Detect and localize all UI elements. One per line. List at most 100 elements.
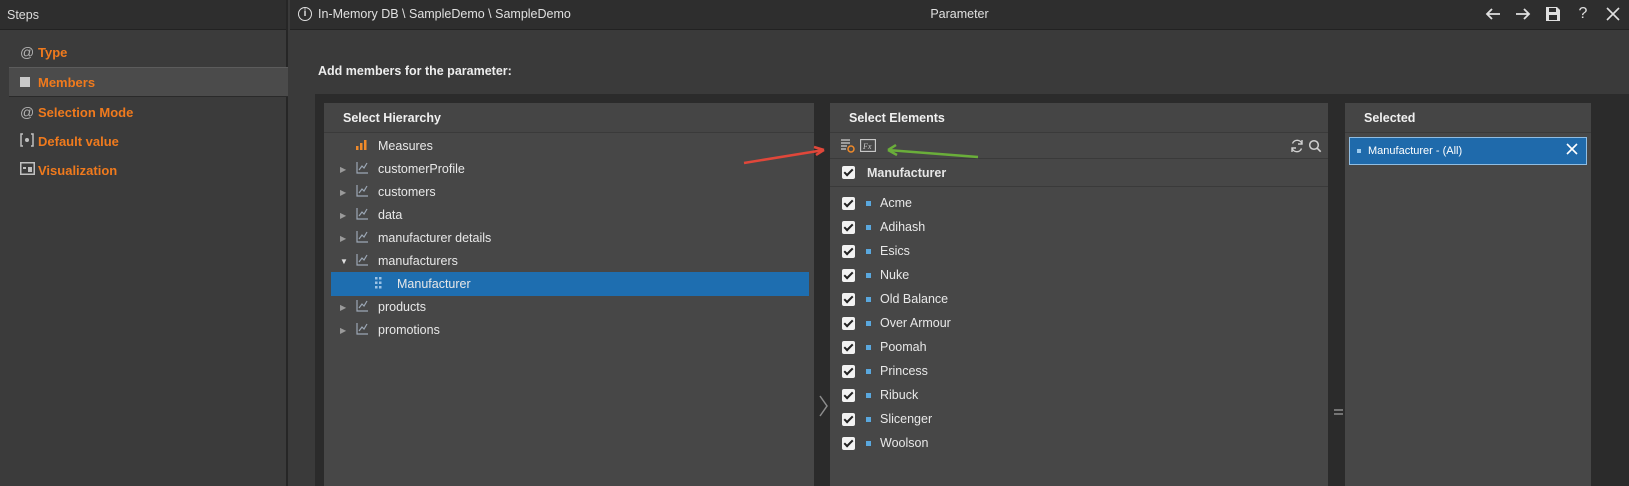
element-checkbox[interactable] <box>842 364 855 378</box>
steps-header: Steps <box>0 0 286 30</box>
step-label: Visualization <box>38 162 118 178</box>
splitter-handle[interactable] <box>1334 400 1343 423</box>
element-row[interactable]: Nuke <box>842 263 909 287</box>
panel-title: Select Hierarchy <box>324 103 814 133</box>
element-label: Slicenger <box>880 412 933 426</box>
element-row[interactable]: Woolson <box>842 431 928 455</box>
member-dot-icon <box>866 440 871 446</box>
dimension-icon <box>356 207 370 223</box>
step-label: Selection Mode <box>38 104 134 120</box>
save-icon[interactable] <box>1543 4 1563 24</box>
info-icon[interactable]: i <box>298 7 312 21</box>
element-row[interactable]: Poomah <box>842 335 927 359</box>
member-dot-icon <box>866 272 871 278</box>
at-icon: @ <box>20 104 35 120</box>
window-icon <box>20 162 38 178</box>
member-dot-icon <box>866 296 871 302</box>
element-checkbox[interactable] <box>842 388 855 402</box>
member-dot-icon <box>866 416 871 422</box>
step-label: Members <box>38 74 96 90</box>
step-selection-mode[interactable]: @ Selection Mode <box>9 97 288 127</box>
step-label: Type <box>38 44 68 60</box>
element-checkbox[interactable] <box>842 220 855 234</box>
square-icon <box>20 77 30 87</box>
element-row[interactable]: Slicenger <box>842 407 932 431</box>
step-type[interactable]: @ Type <box>9 37 288 67</box>
member-dot-icon <box>866 392 871 398</box>
element-checkbox[interactable] <box>842 340 855 354</box>
dimension-icon <box>356 299 370 315</box>
expand-icon[interactable]: ▶ <box>340 188 350 197</box>
tree-item-promotions[interactable]: ▶ promotions <box>324 318 814 342</box>
element-row[interactable]: Old Balance <box>842 287 948 311</box>
splitter-handle[interactable] <box>819 395 828 423</box>
selected-item[interactable]: Manufacturer - (All) <box>1349 137 1587 165</box>
collapse-icon[interactable]: ▼ <box>340 257 350 266</box>
breadcrumb: In-Memory DB \ SampleDemo \ SampleDemo <box>318 7 571 21</box>
element-checkbox[interactable] <box>842 292 855 306</box>
element-checkbox[interactable] <box>842 196 855 210</box>
selected-item-label: Manufacturer - (All) <box>1368 145 1463 157</box>
at-icon: @ <box>20 44 35 60</box>
element-label: Ribuck <box>880 388 919 402</box>
panel-title: Select Elements <box>830 103 1328 133</box>
select-all-checkbox[interactable] <box>842 166 855 179</box>
member-dot-icon <box>866 200 871 206</box>
dimension-icon <box>356 230 370 246</box>
tree-item-manufacturers[interactable]: ▼ manufacturers <box>324 249 814 273</box>
remove-icon[interactable] <box>1566 142 1578 160</box>
member-dot-icon <box>866 344 871 350</box>
element-checkbox[interactable] <box>842 316 855 330</box>
expand-icon[interactable]: ▶ <box>340 165 350 174</box>
member-dot-icon <box>866 248 871 254</box>
tree-label: data <box>378 208 403 222</box>
element-checkbox[interactable] <box>842 412 855 426</box>
element-row[interactable]: Esics <box>842 239 910 263</box>
tree-item-customers[interactable]: ▶ customers <box>324 180 814 204</box>
element-checkbox[interactable] <box>842 244 855 258</box>
tree-label: Measures <box>378 139 433 153</box>
element-checkbox[interactable] <box>842 268 855 282</box>
refresh-icon[interactable] <box>1290 139 1306 153</box>
step-visualization[interactable]: Visualization <box>9 155 288 185</box>
close-icon[interactable] <box>1603 4 1623 24</box>
top-toolbar: ? <box>1483 4 1623 24</box>
prompt-text: Add members for the parameter: <box>318 64 512 78</box>
steps-panel: Steps @ Type Members @ Selection Mode De… <box>0 0 288 486</box>
element-row[interactable]: Adihash <box>842 215 925 239</box>
expand-icon[interactable]: ▶ <box>340 326 350 335</box>
tree-label: Manufacturer <box>397 277 471 291</box>
arrow-right-icon[interactable] <box>1513 4 1533 24</box>
element-row[interactable]: Over Armour <box>842 311 951 335</box>
tree-label: manufacturers <box>378 254 458 268</box>
bracket-dot-icon <box>20 132 38 150</box>
expand-icon[interactable]: ▶ <box>340 234 350 243</box>
element-label: Woolson <box>880 436 929 450</box>
tree-label: promotions <box>378 323 440 337</box>
element-checkbox[interactable] <box>842 436 855 450</box>
member-dot-icon <box>866 368 871 374</box>
search-icon[interactable] <box>1308 139 1324 153</box>
expand-icon[interactable]: ▶ <box>340 303 350 312</box>
tree-label: customerProfile <box>378 162 465 176</box>
element-label: Over Armour <box>880 316 951 330</box>
top-bar: i In-Memory DB \ SampleDemo \ SampleDemo… <box>290 0 1629 30</box>
element-label: Acme <box>880 196 912 210</box>
tree-label: products <box>378 300 426 314</box>
element-row[interactable]: Acme <box>842 191 912 215</box>
element-label: Nuke <box>880 268 910 282</box>
element-row[interactable]: Princess <box>842 359 928 383</box>
dimension-icon <box>356 161 370 177</box>
tree-label: manufacturer details <box>378 231 492 245</box>
tree-item-products[interactable]: ▶ products <box>324 295 814 319</box>
tree-item-data[interactable]: ▶ data <box>324 203 814 227</box>
element-row[interactable]: Ribuck <box>842 383 918 407</box>
help-icon[interactable]: ? <box>1573 4 1593 24</box>
tree-item-manufacturer-details[interactable]: ▶ manufacturer details <box>324 226 814 250</box>
arrow-left-icon[interactable] <box>1483 4 1503 24</box>
element-label: Poomah <box>880 340 927 354</box>
expand-icon[interactable]: ▶ <box>340 211 350 220</box>
tree-item-manufacturer[interactable]: Manufacturer <box>331 272 809 296</box>
step-members[interactable]: Members <box>9 67 288 97</box>
step-default-value[interactable]: Default value <box>9 126 288 156</box>
